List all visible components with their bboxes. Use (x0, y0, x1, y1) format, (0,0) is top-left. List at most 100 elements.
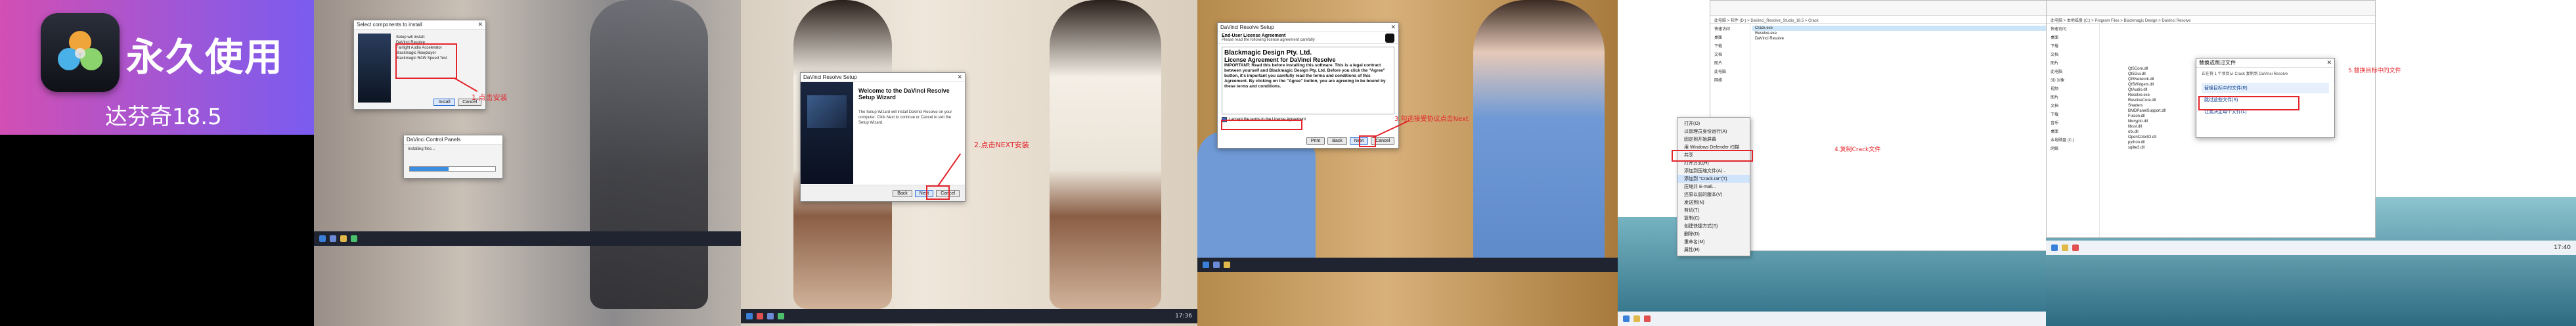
app-icon[interactable] (778, 313, 784, 319)
nav-item[interactable]: 图片 (2047, 93, 2099, 101)
nav-item[interactable]: 桌面 (2047, 127, 2099, 135)
app-icon[interactable] (1644, 315, 1651, 322)
back-button[interactable]: Back (1327, 137, 1347, 145)
sub-text: Please read the following license agreem… (1222, 38, 1315, 42)
dialog-title: DaVinci Control Panels (407, 137, 461, 143)
status-text: Installing files... (408, 147, 435, 151)
nav-item[interactable]: 快速访问 (1710, 24, 1750, 33)
start-icon[interactable] (2051, 244, 2058, 251)
app-icon[interactable] (1633, 315, 1640, 322)
menu-item[interactable]: 复制(C) (1677, 214, 1750, 222)
app-icon[interactable] (1224, 262, 1230, 268)
panel-step2: DaVinci Resolve Setup ✕ Welcome to the Da… (741, 0, 1197, 326)
start-icon[interactable] (1623, 315, 1630, 322)
install-button[interactable]: Install (433, 99, 455, 106)
ribbon (2047, 1, 2375, 16)
person-silhouette (590, 0, 708, 309)
menu-item[interactable]: 打开(O) (1677, 120, 1750, 128)
nav-item[interactable]: 网络 (1710, 76, 1750, 84)
app-icon[interactable] (2072, 244, 2079, 251)
menu-item[interactable]: 压缩并 E-mail... (1677, 183, 1750, 191)
wizard-body: The Setup Wizard will install DaVinci Re… (858, 110, 952, 125)
file-list: Crack.exe Resolve.exe DaVinci Resolve (1752, 26, 2046, 41)
nav-item[interactable]: 3D 对象 (2047, 76, 2099, 84)
file-row[interactable]: Crack.exe (1752, 26, 2046, 31)
app-icon[interactable] (767, 313, 774, 319)
menu-item[interactable]: 删除(D) (1677, 230, 1750, 238)
nav-item[interactable]: 此电脑 (2047, 67, 2099, 76)
nav-item[interactable]: 本地磁盘 (C:) (2047, 135, 2099, 144)
highlight-box (1672, 150, 1753, 162)
license-body: IMPORTANT: Read this before installing t… (1224, 63, 1386, 89)
nav-item[interactable]: 文档 (1710, 50, 1750, 58)
dialog-title: 替换或跳过文件 (2199, 60, 2236, 66)
menu-item[interactable]: 添加到压缩文件(A)... (1677, 167, 1750, 175)
app-icon[interactable] (1213, 262, 1220, 268)
highlight-box (926, 185, 950, 200)
highlight-box (395, 43, 457, 79)
nav-item[interactable]: 快速访问 (2047, 24, 2099, 33)
badge-panel: 永久使用 达芬奇18.5 (0, 0, 314, 326)
progress-dialog: DaVinci Control Panels Installing files.… (403, 135, 503, 179)
app-icon[interactable] (330, 235, 336, 242)
dialog-title: DaVinci Resolve Setup (1220, 24, 1274, 30)
app-icon[interactable] (351, 235, 357, 242)
print-button[interactable]: Print (1306, 137, 1325, 145)
step-annotation: 4.复制Crack文件 (1834, 147, 1881, 153)
wizard-heading: Welcome to the DaVinci Resolve Setup Wiz… (858, 87, 950, 101)
nav-item[interactable]: 视频 (2047, 84, 2099, 93)
file-row[interactable]: Resolve.exe (1752, 31, 2046, 36)
file-row[interactable]: DaVinci Resolve (1752, 36, 2046, 41)
close-icon[interactable]: ✕ (1390, 24, 1396, 31)
nav-item[interactable]: 文档 (2047, 50, 2099, 58)
start-icon[interactable] (1203, 262, 1209, 268)
menu-item[interactable]: 属性(R) (1677, 246, 1750, 254)
replace-option[interactable]: 替换目标中的文件(R) (2202, 83, 2329, 93)
menu-item[interactable]: 重命名(M) (1677, 238, 1750, 246)
nav-item[interactable]: 下载 (2047, 41, 2099, 50)
menu-item[interactable]: 固定到开始屏幕 (1677, 135, 1750, 143)
nav-item[interactable]: 此电脑 (1710, 67, 1750, 76)
close-icon[interactable]: ✕ (2326, 59, 2332, 66)
step-annotation: 1.点击安装 (472, 93, 508, 102)
app-icon[interactable] (757, 313, 763, 319)
dialog-sub: 正在将 1 个项目从 Crack 复制到 DaVinci Resolve (2202, 72, 2288, 76)
line: Setup will install: (396, 35, 426, 39)
close-icon[interactable]: ✕ (957, 74, 962, 81)
person-silhouette (1197, 131, 1316, 263)
file-row[interactable]: sqlite3.dll (2125, 145, 2375, 151)
nav-item[interactable]: 音乐 (2047, 118, 2099, 127)
start-icon[interactable] (746, 313, 753, 319)
menu-item[interactable]: 发送到(N) (1677, 198, 1750, 206)
nav-item[interactable]: 下载 (2047, 110, 2099, 118)
menu-item[interactable]: 剪切(T) (1677, 206, 1750, 214)
menu-item[interactable]: 创建快捷方式(S) (1677, 222, 1750, 230)
menu-item[interactable]: 还原以前的版本(V) (1677, 191, 1750, 198)
taskbar (1197, 258, 1618, 272)
step-annotation: 3.勾选接受协议点击Next (1394, 116, 1469, 123)
nav-item[interactable]: 桌面 (1710, 33, 1750, 41)
highlight-box (2198, 96, 2299, 110)
address-bar[interactable]: 此电脑 > 本地磁盘 (C:) > Program Files > Blackm… (2047, 16, 2375, 24)
file-row[interactable]: python.dll (2125, 140, 2375, 145)
file-explorer: 此电脑 > 软件 (D:) > DaVinci_Resolve_Studio_1… (1710, 0, 2046, 251)
clock: 17:40 (2554, 244, 2571, 251)
nav-item[interactable]: 下载 (1710, 41, 1750, 50)
app-icon[interactable] (2062, 244, 2068, 251)
nav-item[interactable]: 图片 (1710, 58, 1750, 67)
close-icon[interactable]: ✕ (477, 21, 483, 28)
progress-bar (409, 166, 496, 172)
nav-item[interactable]: 网络 (2047, 144, 2099, 152)
nav-item[interactable]: 桌面 (2047, 33, 2099, 41)
wizard-banner (801, 82, 853, 184)
taskbar: 17:40 (2046, 241, 2576, 255)
back-button[interactable]: Back (893, 189, 912, 197)
menu-item[interactable]: 添加到 "Crack.rar"(T) (1677, 175, 1750, 183)
nav-item[interactable]: 图片 (2047, 58, 2099, 67)
step-annotation: 2.点击NEXT安装 (974, 141, 1029, 149)
app-icon[interactable] (340, 235, 347, 242)
start-icon[interactable] (319, 235, 326, 242)
address-bar[interactable]: 此电脑 > 软件 (D:) > DaVinci_Resolve_Studio_1… (1710, 16, 2046, 24)
nav-item[interactable]: 文档 (2047, 101, 2099, 110)
menu-item[interactable]: 以管理员身份运行(A) (1677, 128, 1750, 135)
